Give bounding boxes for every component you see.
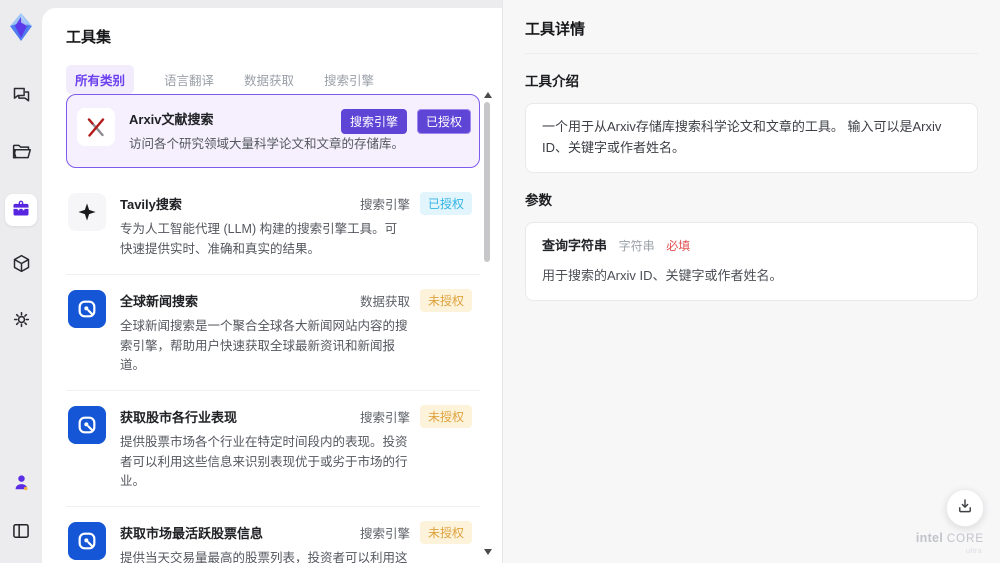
- category-tag: 搜索引擎: [340, 109, 407, 134]
- scroll-down-arrow-icon[interactable]: [484, 549, 492, 555]
- auth-status-badge: 未授权: [419, 405, 472, 429]
- category-tag: 数据获取: [359, 295, 410, 310]
- tool-card[interactable]: 全球新闻搜索 全球新闻搜索是一个聚合全球各大新闻网站内容的搜索引擎，帮助用户快速…: [66, 275, 480, 392]
- tool-detail-panel: 工具详情 工具介绍 一个用于从Arxiv存储库搜索科学论文和文章的工具。 输入可…: [502, 0, 1000, 563]
- param-description: 用于搜索的Arxiv ID、关键字或作者姓名。: [542, 268, 783, 284]
- tool-card[interactable]: Arxiv文献搜索 访问各个研究领域大量科学论文和文章的存储库。 搜索引擎 已授…: [66, 94, 480, 169]
- category-tag: 搜索引擎: [359, 527, 410, 542]
- sidebar-item-files[interactable]: [5, 138, 37, 170]
- tab-search-engine[interactable]: 搜索引擎: [324, 70, 374, 89]
- tool-icon: [68, 406, 106, 445]
- sidebar-item-chat[interactable]: [5, 82, 37, 114]
- download-button[interactable]: [946, 489, 984, 527]
- intel-core-logo: intel core ultra: [915, 531, 985, 555]
- user-avatar-button[interactable]: [5, 469, 37, 501]
- tool-icon: [68, 290, 106, 329]
- auth-status-badge: 未授权: [419, 289, 472, 313]
- category-tag: 搜索引擎: [359, 198, 410, 213]
- tool-description: 专为人工智能代理 (LLM) 构建的搜索引擎工具。可快速提供实时、准确和真实的结…: [120, 222, 398, 256]
- param-required-label: 必填: [666, 238, 691, 253]
- detail-title: 工具详情: [525, 18, 978, 54]
- sidebar-item-settings[interactable]: [5, 306, 37, 338]
- toolbox-icon: [11, 198, 31, 223]
- tab-language-translation[interactable]: 语言翻译: [164, 70, 214, 89]
- auth-status-badge: 未授权: [419, 521, 472, 545]
- sidebar-panel-icon: [11, 521, 31, 546]
- app-logo[interactable]: [4, 10, 38, 46]
- category-tag: 搜索引擎: [359, 411, 410, 426]
- collapse-sidebar-button[interactable]: [5, 517, 37, 549]
- tool-card[interactable]: 获取股市各行业表现 提供股票市场各个行业在特定时间段内的表现。投资者可以利用这些…: [66, 391, 480, 508]
- tool-description: 提供当天交易量最高的股票列表，投资者可以利用这些信息来识别流动性强的股票和潜在的…: [120, 551, 408, 563]
- tool-icon: [68, 193, 106, 232]
- tool-description: 访问各个研究领域大量科学论文和文章的存储库。: [129, 137, 405, 151]
- scroll-up-arrow-icon[interactable]: [484, 92, 492, 98]
- user-icon: [12, 473, 31, 497]
- param-name: 查询字符串: [542, 237, 608, 253]
- nav-rail: [0, 0, 42, 563]
- param-type: 字符串: [618, 238, 655, 253]
- cube-icon: [11, 253, 32, 279]
- tool-description: 提供股票市场各个行业在特定时间段内的表现。投资者可以利用这些信息来识别表现优于或…: [120, 435, 408, 488]
- gear-icon: [11, 309, 32, 335]
- tool-description: 全球新闻搜索是一个聚合全球各大新闻网站内容的搜索引擎，帮助用户快速获取全球最新资…: [120, 319, 408, 372]
- tool-card[interactable]: 获取市场最活跃股票信息 提供当天交易量最高的股票列表，投资者可以利用这些信息来识…: [66, 507, 480, 563]
- tab-all-categories[interactable]: 所有类别: [66, 65, 135, 94]
- sidebar-item-packages[interactable]: [5, 250, 37, 282]
- tool-icon: [77, 108, 115, 146]
- tab-data-acquisition[interactable]: 数据获取: [244, 70, 294, 89]
- scrollbar-thumb[interactable]: [484, 102, 490, 262]
- gem-logo-icon: [10, 13, 32, 41]
- auth-status-badge: 已授权: [419, 192, 472, 216]
- params-heading: 参数: [525, 192, 552, 208]
- param-card: 查询字符串 字符串 必填 用于搜索的Arxiv ID、关键字或作者姓名。: [525, 221, 978, 302]
- tool-intro-text: 一个用于从Arxiv存储库搜索科学论文和文章的工具。 输入可以是Arxiv ID…: [525, 103, 978, 173]
- page-title: 工具集: [66, 29, 112, 46]
- tool-icon: [68, 522, 106, 561]
- tool-list: Arxiv文献搜索 访问各个研究领域大量科学论文和文章的存储库。 搜索引擎 已授…: [66, 94, 480, 563]
- intro-heading: 工具介绍: [525, 74, 579, 89]
- tool-card[interactable]: Tavily搜索 专为人工智能代理 (LLM) 构建的搜索引擎工具。可快速提供实…: [66, 178, 480, 276]
- scrollbar[interactable]: [483, 92, 492, 555]
- folder-icon: [11, 141, 32, 167]
- sidebar-item-toolbox[interactable]: [5, 194, 37, 226]
- auth-status-badge: 已授权: [416, 109, 471, 134]
- download-icon: [956, 497, 974, 520]
- chat-icon: [11, 85, 32, 111]
- tools-panel: 工具集 所有类别 语言翻译 数据获取 搜索引擎 Arxiv文献搜索 访问各个研究…: [42, 8, 502, 563]
